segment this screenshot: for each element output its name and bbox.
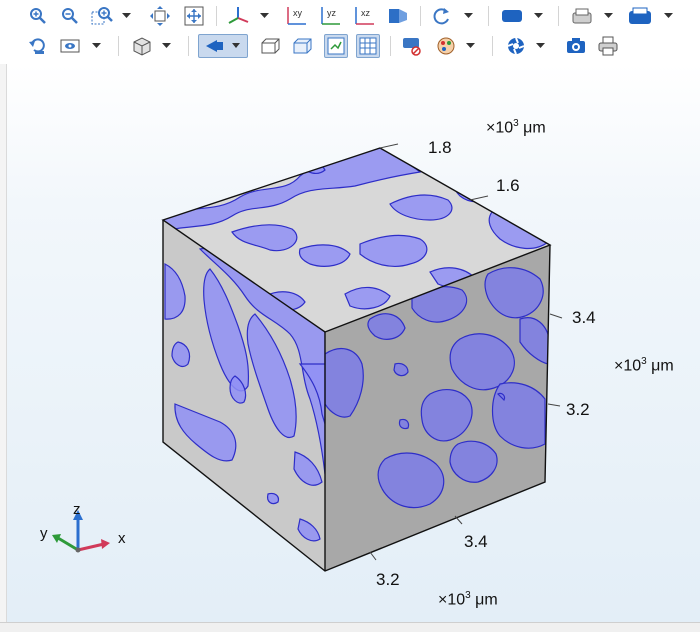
- triad-y-label: y: [40, 525, 48, 542]
- zoom-dropdown-chevron-down-icon[interactable]: [120, 4, 132, 28]
- toolbar-separator: [118, 36, 119, 56]
- toolbar-row-1: xy yz xz: [0, 2, 700, 30]
- zoom-fit-icon[interactable]: [182, 4, 206, 28]
- reset-view-icon[interactable]: [26, 34, 50, 58]
- hide-icon[interactable]: [400, 34, 424, 58]
- color-dropdown-chevron-down-icon[interactable]: [464, 34, 476, 58]
- right-axis-tick-label: 3.4: [572, 308, 596, 327]
- right-axis-unit: ×103 μm: [614, 356, 674, 375]
- toolbar-separator: [216, 6, 217, 26]
- view-dropdown-chevron-down-icon[interactable]: [258, 4, 270, 28]
- toolbar-separator: [390, 36, 391, 56]
- bottom-axis-tick-label: 3.4: [464, 532, 488, 551]
- grid-icon[interactable]: [356, 34, 380, 58]
- rotate-icon[interactable]: [430, 4, 454, 28]
- top-axis-tick-label: 1.8: [428, 138, 452, 157]
- transparency-icon[interactable]: [290, 34, 314, 58]
- go-to-view-icon[interactable]: [386, 4, 410, 28]
- yz-plane-label: yz: [327, 8, 337, 18]
- color-icon[interactable]: [434, 34, 458, 58]
- toolbar-row-2: [0, 32, 700, 60]
- perspective-icon[interactable]: [198, 34, 248, 58]
- scene-light-icon[interactable]: [570, 4, 594, 28]
- zoom-in-icon[interactable]: [26, 4, 50, 28]
- render-dropdown-chevron-down-icon[interactable]: [534, 34, 546, 58]
- xz-plane-label: xz: [361, 8, 371, 18]
- graphics-toolbar: xy yz xz: [0, 0, 700, 64]
- zoom-box-icon[interactable]: [90, 4, 114, 28]
- camera-icon[interactable]: [58, 34, 82, 58]
- print-icon[interactable]: [596, 34, 620, 58]
- graphics-viewport[interactable]: ×103 μm 1.8 1.6 3.4 ×103 μm 3.2 3.4 3.2 …: [0, 64, 700, 622]
- select-geometry-icon[interactable]: [324, 34, 348, 58]
- bottom-axis-tick-label: 3.2: [376, 570, 400, 589]
- render-icon[interactable]: [504, 34, 528, 58]
- image-icon[interactable]: [628, 4, 652, 28]
- toolbar-separator: [420, 6, 421, 26]
- rotate-dropdown-chevron-down-icon[interactable]: [462, 4, 474, 28]
- camera-dropdown-chevron-down-icon[interactable]: [90, 34, 102, 58]
- toolbar-separator: [558, 6, 559, 26]
- left-panel-edge: [0, 64, 7, 631]
- triad-z-label: z: [73, 501, 81, 518]
- box-icon[interactable]: [130, 34, 154, 58]
- wireframe-icon[interactable]: [258, 34, 282, 58]
- snapshot-icon[interactable]: [564, 34, 588, 58]
- xy-plane-icon[interactable]: xy: [284, 4, 308, 28]
- right-axis-tick-label: 3.2: [566, 400, 590, 419]
- selection-dropdown-chevron-down-icon[interactable]: [532, 4, 544, 28]
- top-axis-tick-label: 1.6: [496, 176, 520, 195]
- scene-dropdown-chevron-down-icon[interactable]: [602, 4, 614, 28]
- toolbar-separator: [188, 36, 189, 56]
- xy-plane-label: xy: [293, 8, 303, 18]
- triad-x-label: x: [118, 530, 126, 547]
- selection-icon[interactable]: [500, 4, 524, 28]
- yz-plane-icon[interactable]: yz: [318, 4, 342, 28]
- bottom-axis-unit: ×103 μm: [438, 590, 498, 609]
- zoom-extents-icon[interactable]: [148, 4, 172, 28]
- triad-y-axis: [57, 536, 79, 552]
- box-dropdown-chevron-down-icon[interactable]: [160, 34, 172, 58]
- xz-plane-icon[interactable]: xz: [352, 4, 376, 28]
- top-axis-unit: ×103 μm: [486, 118, 546, 137]
- zoom-out-icon[interactable]: [58, 4, 82, 28]
- image-dropdown-chevron-down-icon[interactable]: [662, 4, 674, 28]
- toolbar-separator: [488, 6, 489, 26]
- triad-x-axis: [77, 542, 105, 552]
- view-axes-icon[interactable]: [226, 4, 250, 28]
- toolbar-separator: [492, 36, 493, 56]
